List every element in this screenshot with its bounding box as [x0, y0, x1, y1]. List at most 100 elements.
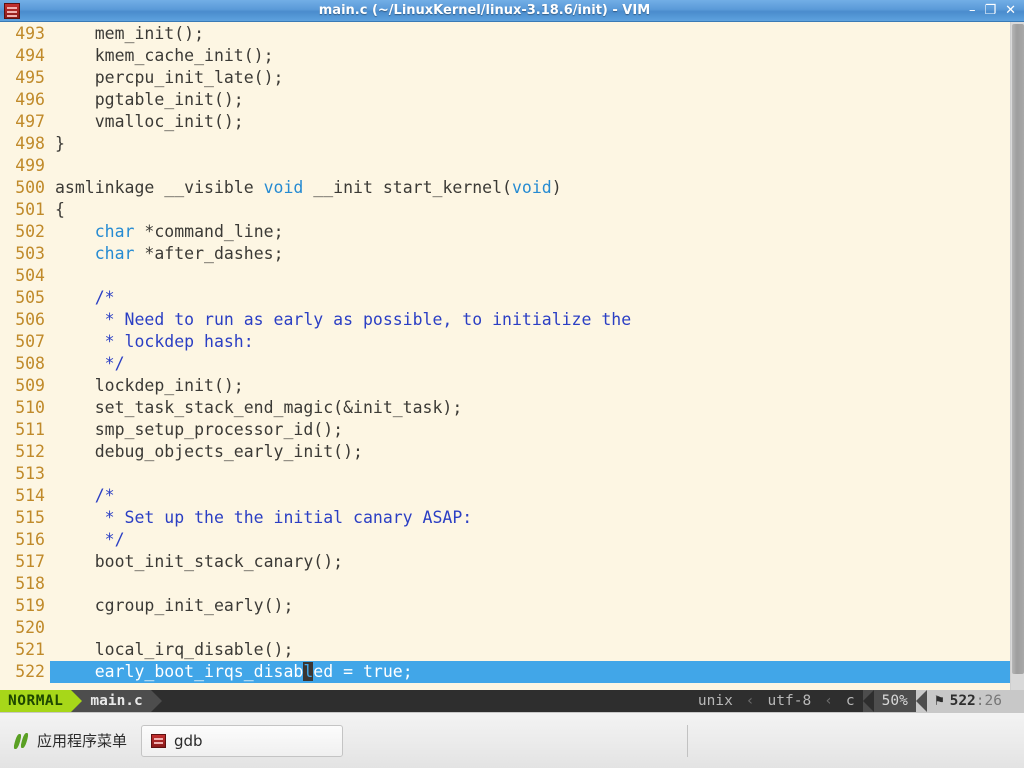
line-number: 509 [15, 376, 45, 395]
code-line[interactable]: 496 pgtable_init(); [0, 89, 1010, 111]
line-number: 520 [15, 618, 45, 637]
line-number: 497 [15, 112, 45, 131]
statusline-filler [161, 690, 690, 712]
code-token: asmlinkage __visible [55, 178, 264, 197]
code-line[interactable]: 511 smp_setup_processor_id(); [0, 419, 1010, 441]
line-number: 514 [15, 486, 45, 505]
terminal-icon [4, 2, 20, 19]
maximize-icon[interactable]: ❐ [984, 3, 996, 18]
code-token: *after_dashes; [134, 244, 284, 263]
line-number: 521 [15, 640, 45, 659]
code-token: */ [55, 530, 125, 549]
applications-menu-button[interactable]: 应用程序菜单 [6, 724, 135, 758]
code-line[interactable]: 494 kmem_cache_init(); [0, 45, 1010, 67]
terminal-icon [151, 733, 167, 748]
code-token: * Set up the the initial canary ASAP: [55, 508, 473, 527]
line-number: 501 [15, 200, 45, 219]
code-line[interactable]: 503 char *after_dashes; [0, 243, 1010, 265]
line-number: 507 [15, 332, 45, 351]
chevron-right-icon [150, 690, 162, 712]
code-token: ed = true; [313, 662, 413, 681]
statusline-mode: NORMAL [0, 690, 72, 712]
code-token: char [94, 222, 135, 241]
close-icon[interactable]: ✕ [1005, 3, 1016, 18]
code-line[interactable]: 510 set_task_stack_end_magic(&init_task)… [0, 397, 1010, 419]
code-line-text [50, 617, 1010, 639]
code-token: ) [551, 178, 562, 197]
code-line[interactable]: 516 */ [0, 529, 1010, 551]
line-number: 493 [15, 24, 45, 43]
code-line-text: cgroup_init_early(); [50, 595, 1010, 617]
code-line[interactable]: 514 /* [0, 485, 1010, 507]
taskbar-window-label: gdb [174, 731, 203, 750]
code-line[interactable]: 507 * lockdep hash: [0, 331, 1010, 353]
code-line-text: vmalloc_init(); [50, 111, 1010, 133]
statusline-line-number: 522 [949, 693, 976, 709]
code-token: void [512, 178, 552, 197]
code-token: mem_init(); [55, 24, 205, 43]
code-line[interactable]: 513 [0, 463, 1010, 485]
code-line[interactable]: 518 [0, 573, 1010, 595]
code-token: vmalloc_init(); [55, 112, 244, 131]
code-line[interactable]: 501 { [0, 199, 1010, 221]
code-token: pgtable_init(); [55, 90, 244, 109]
taskbar-window-button-gdb[interactable]: gdb [141, 724, 344, 757]
code-token: void [263, 178, 304, 197]
line-number: 519 [15, 596, 45, 615]
code-line-text: } [50, 133, 1010, 155]
desktop-taskbar[interactable]: 应用程序菜单 gdb [0, 712, 1024, 768]
line-number: 496 [15, 90, 45, 109]
vim-window[interactable]: 493 mem_init(); 494 kmem_cache_init(); 495… [0, 22, 1024, 712]
code-line[interactable]: 505 /* [0, 287, 1010, 309]
code-token: { [55, 200, 65, 219]
code-line[interactable]: 504 [0, 265, 1010, 287]
statusline-encoding: utf-8 [759, 690, 820, 712]
code-line[interactable]: 522 early_boot_irqs_disabled = true; [0, 661, 1010, 683]
code-line[interactable]: 520 [0, 617, 1010, 639]
code-line[interactable]: 519 cgroup_init_early(); [0, 595, 1010, 617]
code-line[interactable]: 499 [0, 155, 1010, 177]
code-line-text: */ [50, 353, 1010, 375]
line-number: 494 [15, 46, 45, 65]
code-line[interactable]: 515 * Set up the the initial canary ASAP… [0, 507, 1010, 529]
scrollbar-thumb[interactable] [1012, 24, 1024, 674]
code-line[interactable]: 493 mem_init(); [0, 23, 1010, 45]
code-line-text: /* [50, 287, 1010, 309]
code-line-text: kmem_cache_init(); [50, 45, 1010, 67]
line-number: 500 [15, 178, 45, 197]
code-line[interactable]: 500 asmlinkage __visible void __init star… [0, 177, 1010, 199]
line-number: 495 [15, 68, 45, 87]
code-line-text: * Set up the the initial canary ASAP: [50, 507, 1010, 529]
code-line[interactable]: 498} [0, 133, 1010, 155]
code-line[interactable]: 508 */ [0, 353, 1010, 375]
statusline-separator-icon: ‹ [740, 690, 760, 712]
code-line[interactable]: 495 percpu_init_late(); [0, 67, 1010, 89]
code-line-text: smp_setup_processor_id(); [50, 419, 1010, 441]
line-number: 513 [15, 464, 45, 483]
code-editor[interactable]: 493 mem_init(); 494 kmem_cache_init(); 495… [0, 22, 1010, 690]
statusline-colon: : [975, 693, 985, 709]
code-line-text: local_irq_disable(); [50, 639, 1010, 661]
code-line[interactable]: 497 vmalloc_init(); [0, 111, 1010, 133]
code-token: local_irq_disable(); [55, 640, 294, 659]
chevron-left-icon [915, 690, 927, 712]
minimize-icon[interactable]: – [969, 3, 976, 18]
code-line[interactable]: 521 local_irq_disable(); [0, 639, 1010, 661]
vertical-scrollbar[interactable] [1010, 22, 1024, 690]
window-titlebar[interactable]: main.c (~/LinuxKernel/linux-3.18.6/init)… [0, 0, 1024, 22]
taskbar-separator [687, 725, 688, 757]
code-line[interactable]: 506 * Need to run as early as possible, … [0, 309, 1010, 331]
line-number: 502 [15, 222, 45, 241]
code-line-text: early_boot_irqs_disabled = true; [50, 661, 1010, 683]
code-line[interactable]: 517 boot_init_stack_canary(); [0, 551, 1010, 573]
code-line-text: boot_init_stack_canary(); [50, 551, 1010, 573]
line-number: 517 [15, 552, 45, 571]
chevron-right-icon [71, 690, 83, 712]
code-line[interactable]: 502 char *command_line; [0, 221, 1010, 243]
code-line[interactable]: 512 debug_objects_early_init(); [0, 441, 1010, 463]
vim-statusline: NORMAL main.c unix ‹ utf-8 ‹ c 50% ⚑ 522:… [0, 690, 1024, 712]
code-line[interactable]: 509 lockdep_init(); [0, 375, 1010, 397]
code-token: */ [55, 354, 125, 373]
code-line-text [50, 573, 1010, 595]
